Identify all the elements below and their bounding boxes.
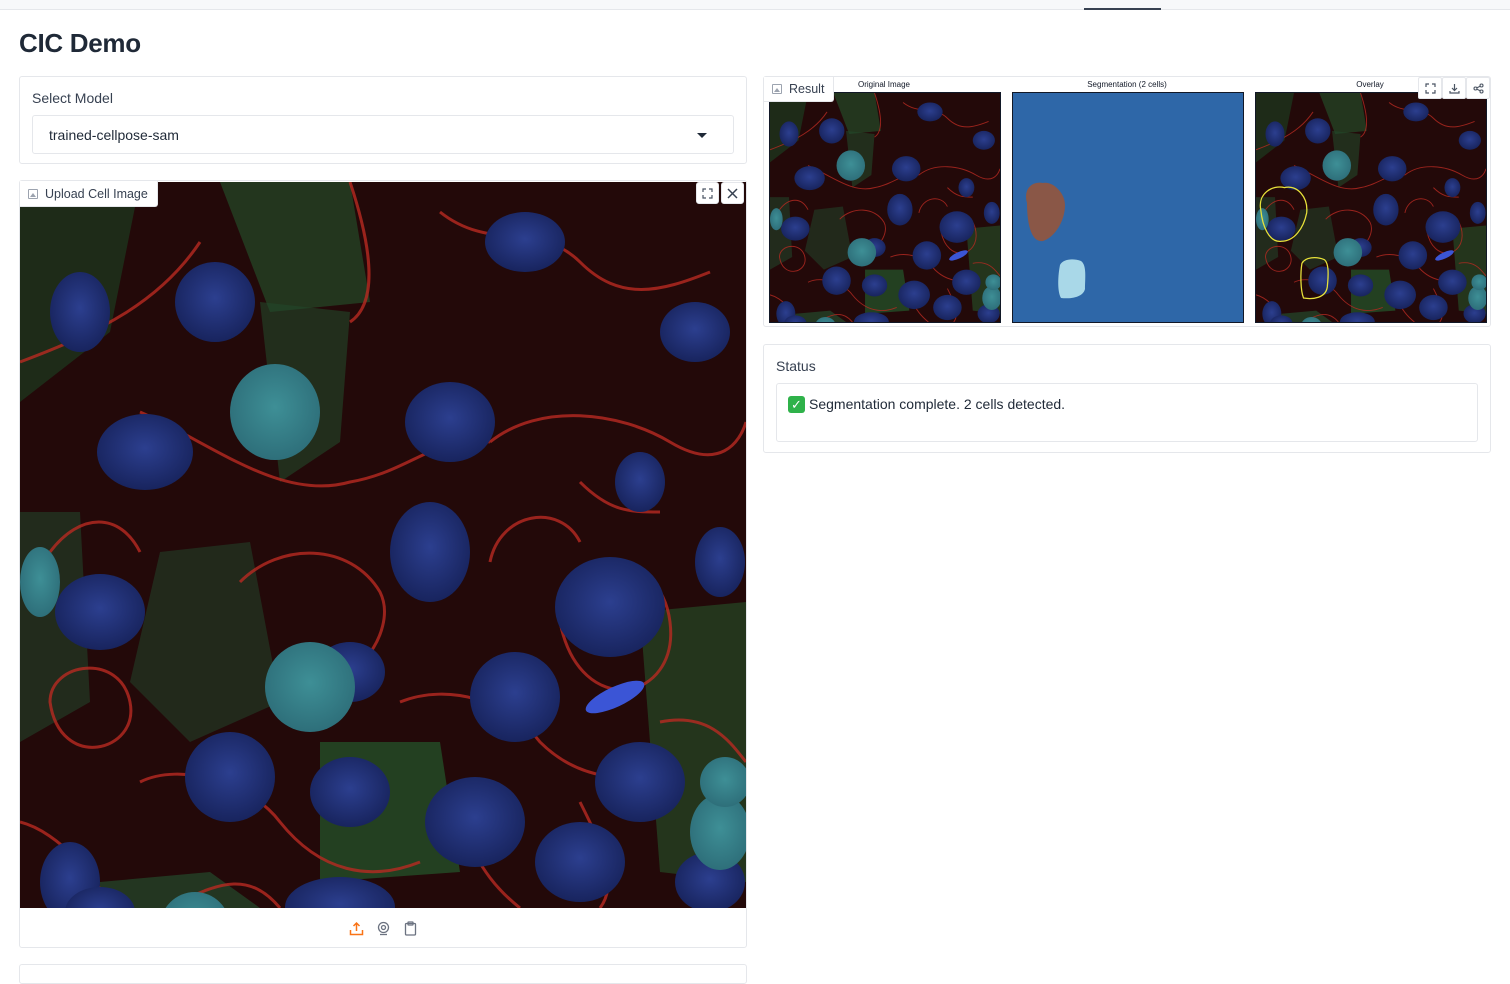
status-message: Segmentation complete. 2 cells detected. <box>809 396 1066 412</box>
close-icon <box>727 187 738 199</box>
result-label-tag: Result <box>764 77 835 102</box>
download-icon <box>1448 83 1460 94</box>
upload-icon <box>349 921 363 935</box>
clear-image-button[interactable] <box>721 182 744 204</box>
cell-image-canvas <box>20 182 746 908</box>
upload-image-label-tag: Upload Cell Image <box>20 181 158 207</box>
status-label: Status <box>776 358 816 374</box>
result-label: Result <box>789 82 825 96</box>
upload-image-label: Upload Cell Image <box>45 186 148 201</box>
fullscreen-icon <box>702 187 713 199</box>
model-dropdown[interactable]: trained-cellpose-sam <box>32 115 734 154</box>
active-tab-indicator <box>1084 8 1161 10</box>
model-select-label: Select Model <box>32 90 113 106</box>
segmentation-plot <box>1012 92 1244 323</box>
webcam-button[interactable] <box>376 921 391 936</box>
result-fullscreen-button[interactable] <box>1418 77 1442 99</box>
image-icon <box>28 188 38 199</box>
next-panel <box>19 964 747 984</box>
result-share-button[interactable] <box>1466 77 1490 99</box>
result-actions <box>1418 77 1490 99</box>
clipboard-button[interactable] <box>403 920 418 936</box>
clipboard-icon <box>404 920 416 936</box>
upload-image-actions <box>696 182 744 204</box>
overlay-canvas <box>1256 93 1486 322</box>
segmented-cell-2 <box>1058 259 1086 299</box>
overlay-plot <box>1255 92 1487 323</box>
share-icon <box>1472 82 1484 94</box>
webcam-icon <box>377 921 389 935</box>
segmentation-canvas <box>1013 93 1243 322</box>
original-image-canvas <box>770 93 1000 322</box>
original-image-plot <box>769 92 1001 323</box>
upload-source-toolbar <box>20 909 746 947</box>
uploaded-cell-image[interactable] <box>20 182 746 908</box>
upload-image-panel: Upload Cell Image <box>19 180 747 948</box>
image-icon <box>772 84 782 94</box>
page-title: CIC Demo <box>19 28 141 58</box>
model-dropdown-value: trained-cellpose-sam <box>49 127 179 143</box>
upload-button[interactable] <box>349 921 364 936</box>
fullscreen-icon <box>1424 82 1436 94</box>
result-download-button[interactable] <box>1442 77 1466 99</box>
segmentation-title: Segmentation (2 cells) <box>1087 80 1167 89</box>
check-icon: ✓ <box>788 396 805 413</box>
status-panel: Status ✓ Segmentation complete. 2 cells … <box>763 344 1491 453</box>
chevron-down-icon <box>697 133 707 138</box>
top-nav-bar <box>0 0 1510 10</box>
status-textbox: ✓ Segmentation complete. 2 cells detecte… <box>776 383 1478 442</box>
result-panel: Result Original Image Segmentation (2 ce… <box>763 76 1491 327</box>
fullscreen-button[interactable] <box>696 182 719 204</box>
model-select-panel: Select Model trained-cellpose-sam <box>19 76 747 164</box>
